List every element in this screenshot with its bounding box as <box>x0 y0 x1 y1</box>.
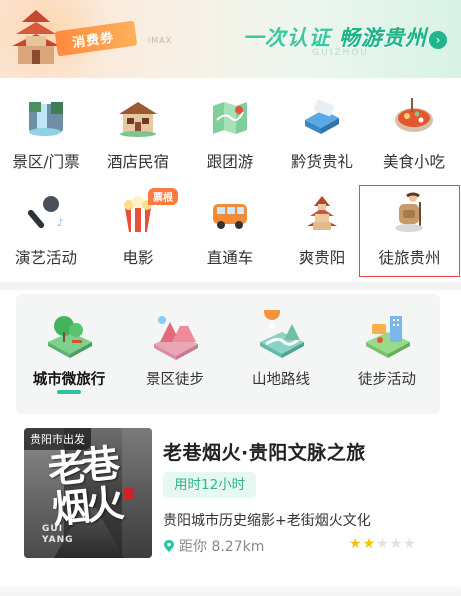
category-guiyang[interactable]: 爽贵阳 <box>276 186 368 274</box>
category-performance[interactable]: ♪ 演艺活动 <box>0 186 92 274</box>
category-label: 爽贵阳 <box>298 249 346 267</box>
category-label: 跟团游 <box>206 153 254 171</box>
route-thumbnail: 老巷烟火 GUI YANG 贵阳市出发 <box>24 428 152 558</box>
hotel-house-icon <box>119 102 157 137</box>
tab-mountain-routes[interactable]: 山地路线 <box>228 294 334 414</box>
duration-badge: 用时12小时 <box>163 472 257 498</box>
category-hotel[interactable]: 酒店民宿 <box>92 90 184 178</box>
tab-scenic-hiking[interactable]: 景区徒步 <box>122 294 228 414</box>
red-seal-icon <box>124 488 134 500</box>
map-icon <box>213 102 247 134</box>
next-card-edge <box>0 586 461 596</box>
distance-text: 距你 8.27km <box>179 539 265 555</box>
category-movie[interactable]: 票根 电影 <box>92 186 184 274</box>
thumbnail-latin-line-1: GUI <box>42 524 64 534</box>
theme-label: 城市微旅行 <box>32 372 106 388</box>
slogan-part1: 一次认证 <box>242 26 331 50</box>
category-food[interactable]: 美食小吃 <box>368 90 460 178</box>
ticket-stub-badge: 票根 <box>148 188 178 205</box>
category-label: 徒旅贵州 <box>378 249 441 267</box>
microphone-icon: ♪ <box>27 196 63 229</box>
banner-subtext: GUIZHOU <box>312 48 369 58</box>
location-pin-icon <box>164 540 174 552</box>
star-empty-icon: ★ <box>389 536 404 552</box>
star-filled-icon: ★ <box>349 536 363 552</box>
route-card[interactable]: 老巷烟火 GUI YANG 贵阳市出发 老巷烟火·贵阳文脉之旅 用时12小时 贵… <box>16 424 446 564</box>
category-label: 美食小吃 <box>382 153 445 171</box>
mountain-route-icon <box>260 310 304 358</box>
bus-icon <box>213 204 247 229</box>
star-filled-icon: ★ <box>362 536 377 552</box>
hotpot-food-icon <box>395 98 433 132</box>
category-label: 酒店民宿 <box>106 153 169 171</box>
difficulty-rating: ★★★★★ <box>349 536 417 552</box>
chevron-right-icon[interactable]: › <box>429 31 447 49</box>
category-label: 演艺活动 <box>14 249 77 267</box>
hiking-activity-icon <box>366 316 410 358</box>
gift-package-icon <box>305 99 339 134</box>
category-label: 黔货贵礼 <box>290 153 353 171</box>
hiker-icon <box>395 192 423 232</box>
category-grid: 景区/门票 酒店民宿 跟团游 黔货贵礼 美食小吃 ♪ 演艺活动 票根 电影 直通… <box>0 90 461 280</box>
star-empty-icon: ★ <box>376 536 390 552</box>
thumbnail-latin-line-2: YANG <box>42 535 74 545</box>
waterfall-scenic-icon <box>29 102 63 136</box>
svg-text:♪: ♪ <box>57 218 63 229</box>
category-label: 直通车 <box>206 249 254 267</box>
category-scenic-tickets[interactable]: 景区/门票 <box>0 90 92 178</box>
travel-theme-tabs: 城市微旅行 景区徒步 山地路线 徒步活动 <box>16 294 440 414</box>
pavilion-icon <box>12 10 60 64</box>
category-hiking-guizhou[interactable]: 徒旅贵州 <box>359 185 460 277</box>
thumbnail-latin-text: GUI YANG <box>42 524 74 546</box>
theme-label: 景区徒步 <box>146 372 204 388</box>
category-group-tour[interactable]: 跟团游 <box>184 90 276 178</box>
thumbnail-calligraphy: 老巷烟火 <box>45 440 123 532</box>
category-shuttle-bus[interactable]: 直通车 <box>184 186 276 274</box>
category-label: 电影 <box>122 249 154 267</box>
category-label: 景区/门票 <box>12 153 80 171</box>
pavilion-tower-icon <box>307 196 337 230</box>
slogan-part2: 畅游贵州 <box>339 26 427 50</box>
star-empty-icon: ★ <box>403 536 417 552</box>
tab-city-micro-travel[interactable]: 城市微旅行 <box>16 294 122 414</box>
category-local-goods[interactable]: 黔货贵礼 <box>276 90 368 178</box>
origin-tag: 贵阳市出发 <box>24 428 91 450</box>
imax-watermark: IMAX <box>148 36 173 45</box>
mountain-scenic-icon <box>154 316 198 360</box>
theme-label: 徒步活动 <box>358 372 416 388</box>
route-description: 贵阳城市历史缩影+老街烟火文化 <box>163 513 371 529</box>
promo-banner[interactable]: 消费券 IMAX 一次认证 畅游贵州 GUIZHOU › <box>0 0 461 78</box>
city-park-icon <box>48 316 92 358</box>
theme-label: 山地路线 <box>252 372 310 388</box>
active-tab-indicator <box>57 390 81 394</box>
route-distance: 距你 8.27km <box>163 536 264 556</box>
section-divider <box>0 282 461 290</box>
route-title: 老巷烟火·贵阳文脉之旅 <box>163 442 366 464</box>
tab-hiking-events[interactable]: 徒步活动 <box>334 294 440 414</box>
